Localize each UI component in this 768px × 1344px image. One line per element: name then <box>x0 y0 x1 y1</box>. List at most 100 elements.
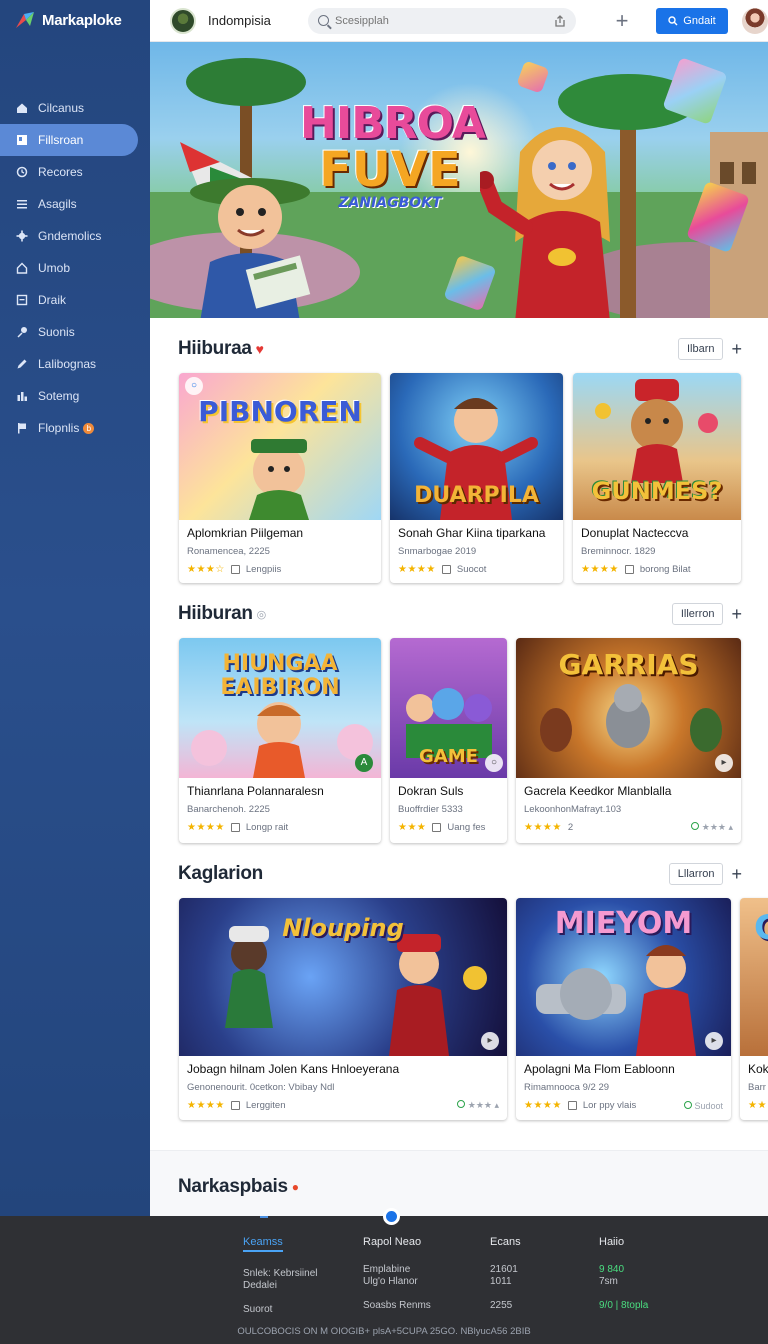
footer-link[interactable]: Soasbs Renms <box>363 1300 431 1312</box>
primary-action-label: Gndait <box>683 14 716 27</box>
card-subtitle: Barr <box>748 1082 766 1093</box>
clock-icon <box>16 166 28 178</box>
footer-column-heading[interactable]: Keamss <box>243 1236 283 1252</box>
hero-subtitle: ZANIAGBOKT <box>338 195 442 211</box>
card-art-title: DUARPILA <box>414 483 539 508</box>
section-add-button[interactable]: + <box>731 865 742 883</box>
card-art-title: G <box>754 908 768 948</box>
search-bar[interactable] <box>308 7 576 34</box>
game-card[interactable]: HIUNGAA EAIBIRON A Thianrlana Polannaral… <box>179 638 381 843</box>
workspace-avatar[interactable] <box>170 7 196 34</box>
card-thumbnail: GUNMES? <box>573 373 741 520</box>
sidebar-item-10[interactable]: Flopnlis b <box>0 412 138 444</box>
sidebar-item-4[interactable]: Gndemolics <box>0 220 138 252</box>
sidebar-item-6[interactable]: Draik <box>0 284 138 316</box>
platform-icon <box>624 565 634 574</box>
game-card[interactable]: GARRIAS ▸ Gacrela Keedkor Mlanblalla Lek… <box>516 638 741 843</box>
footer-value: 9/0 | 8topla <box>599 1300 649 1311</box>
card-meta-label: Lerggiten <box>245 1100 286 1111</box>
fire-icon: ● <box>291 1180 299 1194</box>
section-add-button[interactable]: + <box>731 340 742 358</box>
hero-banner[interactable]: HIBROA FUVE ZANIAGBOKT <box>150 42 768 318</box>
footer-link[interactable]: Dedalei <box>243 1280 317 1292</box>
info-icon: ◎ <box>256 608 267 621</box>
section-view-button[interactable]: Lllarron <box>668 863 724 885</box>
platform-icon <box>230 565 240 574</box>
section-header: Narkaspbais ● <box>178 1176 742 1198</box>
top-bar: Indompisia + Gndait <box>150 0 768 42</box>
online-status-icon <box>457 1100 466 1108</box>
footer-link[interactable]: Emplabine <box>363 1264 431 1276</box>
brand[interactable]: Markaploke <box>0 0 150 40</box>
card-art-title: GARRIAS <box>558 648 699 681</box>
game-card[interactable]: GAME ○ Dokran Suls Buoffrdier 5333 ★★★ U… <box>390 638 507 843</box>
card-thumbnail: GARRIAS ▸ <box>516 638 741 778</box>
footer-column-heading[interactable]: Haiio <box>599 1236 648 1248</box>
search-input[interactable] <box>335 14 548 27</box>
sidebar-item-label: Umob <box>38 261 71 275</box>
platform-icon <box>432 823 442 832</box>
sidebar-item-1[interactable]: Fillsroan <box>0 124 138 156</box>
game-card[interactable]: MIEYOM ▸ Apolagni Ma Flom Eabloonn Rimam… <box>516 898 731 1120</box>
game-card[interactable]: Nlouping ▸ Jobagn hilnam Jolen Kans Hnlo… <box>179 898 507 1120</box>
footer-link[interactable]: Snlek: Kebrsiinel <box>243 1268 317 1280</box>
sidebar-item-0[interactable]: Cilcanus <box>0 92 138 124</box>
sidebar-item-label: Lalibognas <box>38 357 97 371</box>
chart-icon <box>17 392 27 401</box>
card-title: Dokran Suls <box>398 784 464 798</box>
primary-action-button[interactable]: Gndait <box>656 7 728 34</box>
section-title: Kaglarion <box>178 863 263 884</box>
status-indicator: Sudoot <box>683 1100 723 1111</box>
game-card[interactable]: G Kok Barr ★★ <box>740 898 768 1120</box>
add-button[interactable]: + <box>612 9 632 31</box>
section-title: Hiiburan <box>178 603 253 624</box>
card-badge-icon: ▸ <box>481 1032 499 1050</box>
scroll-anchor-dot[interactable] <box>383 1208 400 1225</box>
footer-column: Rapol Neao Emplabine Ulg'o Hlanor Soasbs… <box>363 1236 431 1312</box>
hero-title: HIBROA FUVE ZANIAGBOKT <box>300 102 486 211</box>
list-icon <box>17 200 27 209</box>
sidebar-item-label: Draik <box>38 293 67 307</box>
section-header: Kaglarion Lllarron + <box>178 863 742 885</box>
footer: Keamss Snlek: Kebrsiinel Dedalei Suorot … <box>0 1208 768 1344</box>
rating-stars: ★★★★ <box>187 822 225 833</box>
sidebar-item-7[interactable]: Suonis <box>0 316 138 348</box>
footer-link[interactable]: Suorot <box>243 1304 317 1316</box>
footer-column-heading[interactable]: Rapol Neao <box>363 1236 431 1248</box>
sidebar-item-label: Sotemg <box>38 389 80 403</box>
platform-icon <box>230 1101 240 1110</box>
card-badge-icon: ▸ <box>705 1032 723 1050</box>
sidebar-item-9[interactable]: Sotemg <box>0 380 138 412</box>
card-title: Sonah Ghar Kiina tiparkana <box>398 526 546 540</box>
card-thumbnail: DUARPILA <box>390 373 563 520</box>
card-thumbnail: Nlouping ▸ <box>179 898 507 1056</box>
footer-value: 2255 <box>490 1300 513 1311</box>
game-card[interactable]: DUARPILA Sonah Ghar Kiina tiparkana Snma… <box>390 373 563 583</box>
share-icon[interactable] <box>554 14 566 27</box>
section-view-button[interactable]: Ilbarn <box>677 338 724 360</box>
game-card[interactable]: GUNMES? Donuplat Nacteccva Breminnocr. 1… <box>573 373 741 583</box>
card-art-title: HIUNGAA EAIBIRON <box>220 651 340 701</box>
sidebar-item-5[interactable]: Umob <box>0 252 138 284</box>
card-subtitle: Banarchenoh. 2225 <box>187 804 270 815</box>
sidebar-nav: Cilcanus Fillsroan Recores Asagils Gndem… <box>0 92 150 444</box>
house-icon <box>16 262 28 274</box>
status-indicator: ★★★ ▴ <box>691 822 733 833</box>
sidebar-item-label: Fillsroan <box>38 133 84 147</box>
game-card[interactable]: PIBNOREN ○ Aplomkrian Piilgeman Ronamenc… <box>179 373 381 583</box>
footer-column-heading[interactable]: Ecans <box>490 1236 521 1248</box>
sidebar-item-2[interactable]: Recores <box>0 156 138 188</box>
sidebar-item-8[interactable]: Lalibognas <box>0 348 138 380</box>
card-title: Gacrela Keedkor Mlanblalla <box>524 784 672 798</box>
section-view-button[interactable]: Illerron <box>671 603 724 625</box>
card-art-title: Nlouping <box>282 914 404 942</box>
footer-link[interactable]: Ulg'o Hlanor <box>363 1276 431 1288</box>
card-subtitle: Breminnocr. 1829 <box>581 546 656 557</box>
card-thumbnail: PIBNOREN ○ <box>179 373 381 520</box>
user-avatar[interactable] <box>742 7 768 34</box>
footer-copyright: OULCOBOCIS ON M OIOGIB+ plsA+5CUPA 25GO.… <box>237 1326 531 1337</box>
sidebar-item-3[interactable]: Asagils <box>0 188 138 220</box>
sidebar-item-label: Flopnlis <box>38 421 80 435</box>
section-add-button[interactable]: + <box>731 605 742 623</box>
pin-icon <box>17 327 27 338</box>
